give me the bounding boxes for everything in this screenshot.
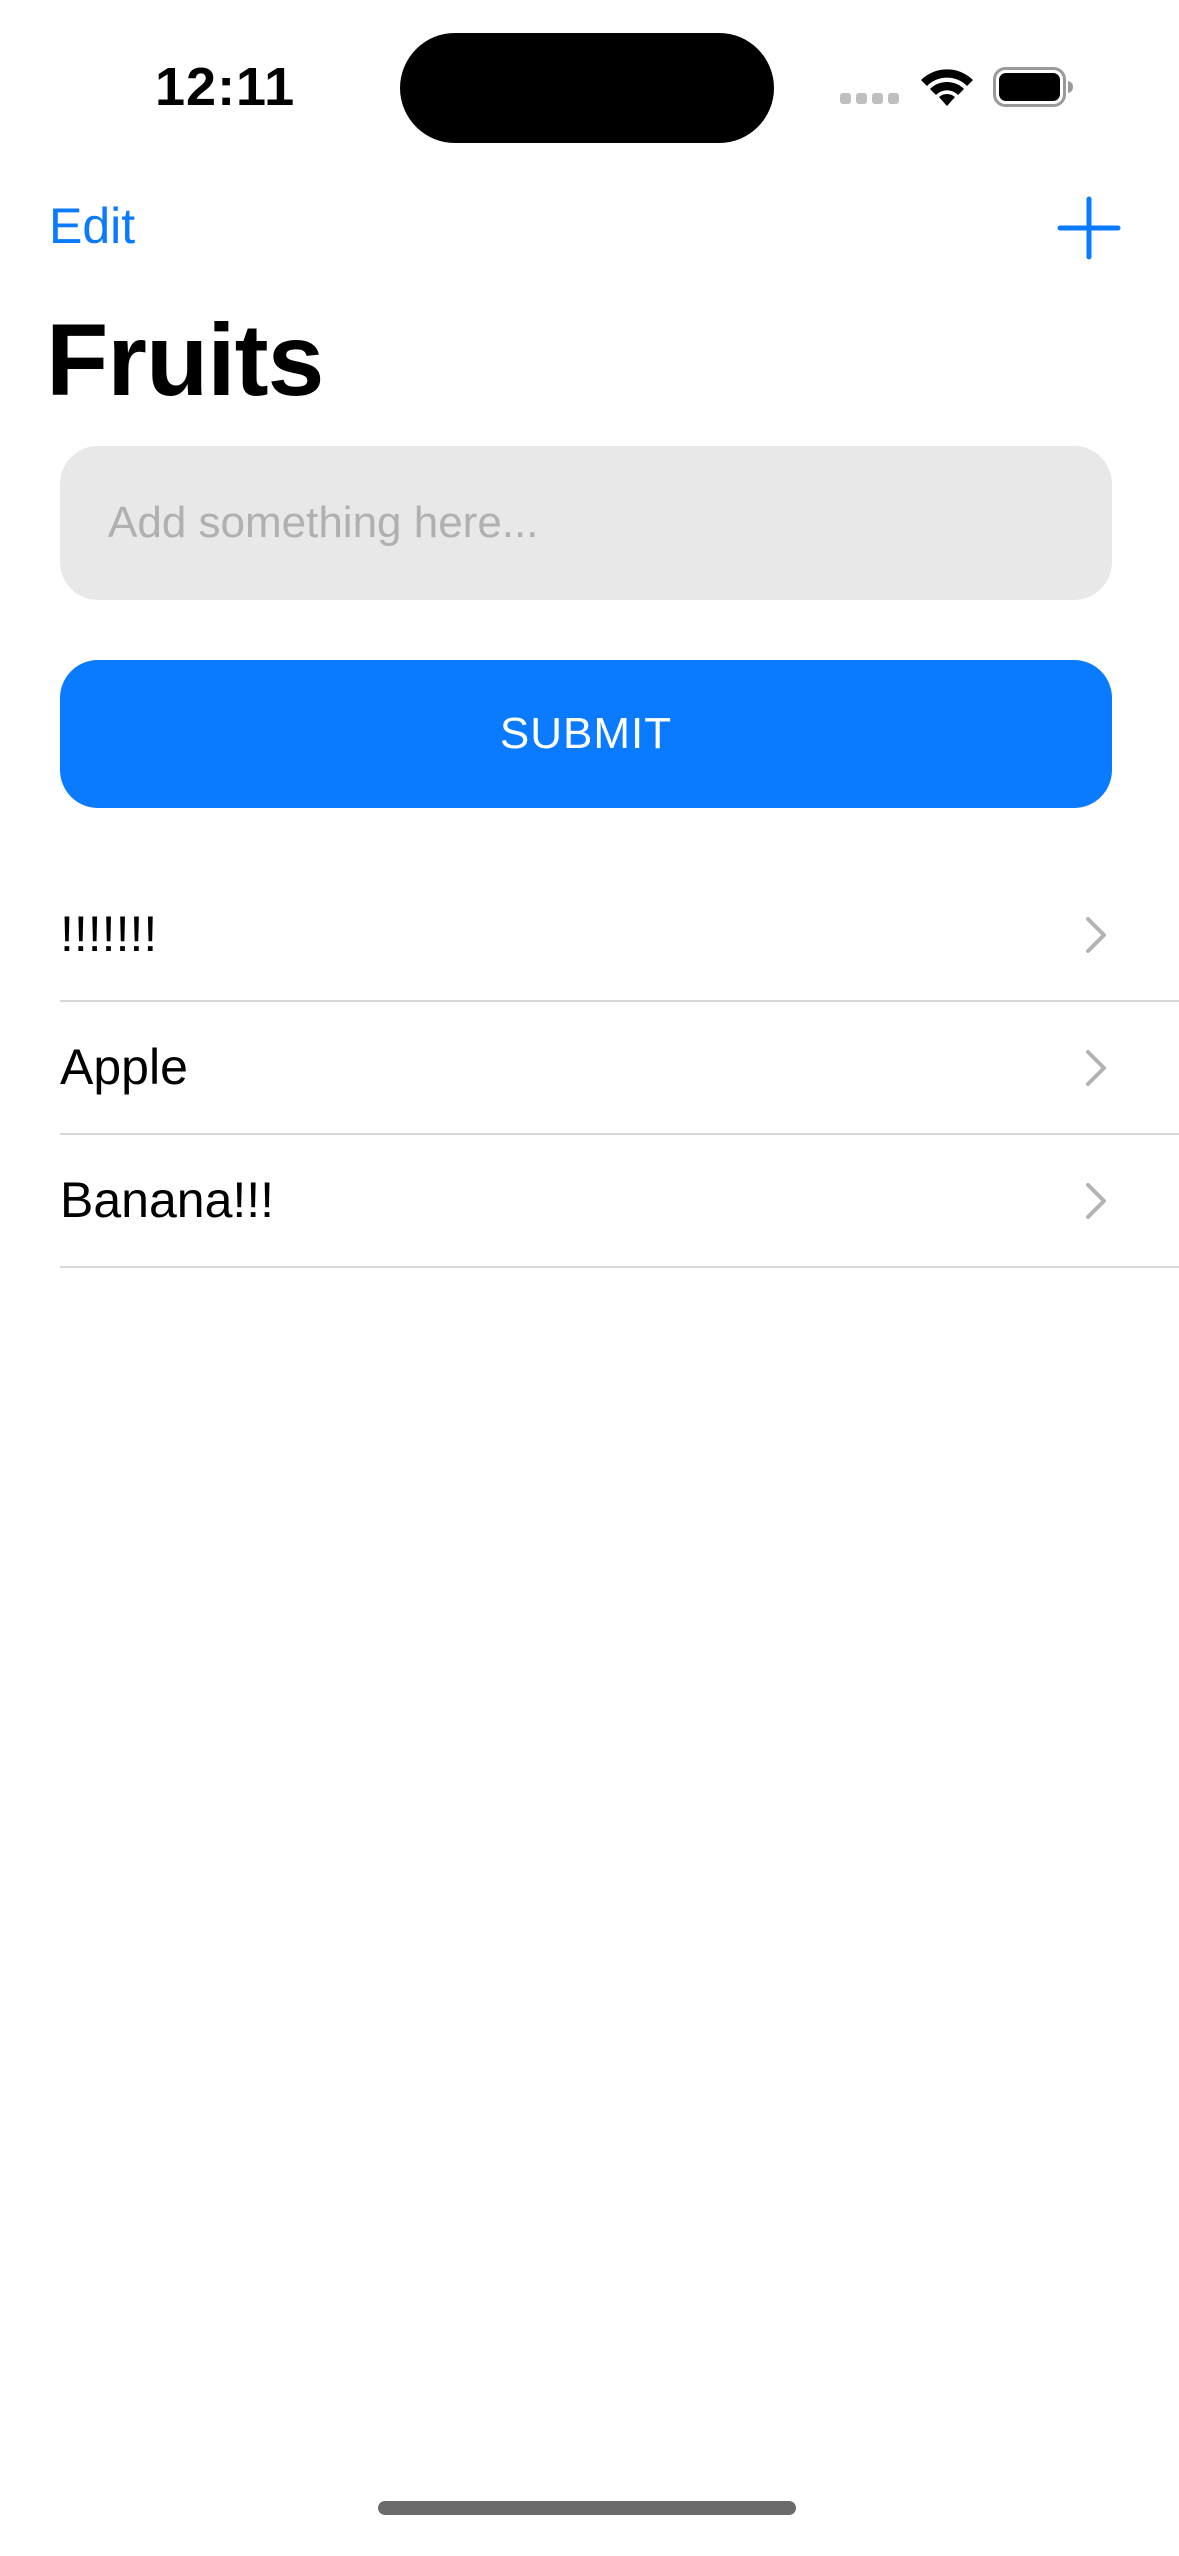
plus-icon[interactable] bbox=[1056, 195, 1122, 261]
chevron-right-icon bbox=[1086, 917, 1106, 953]
list-item[interactable]: Apple bbox=[60, 1002, 1179, 1135]
page-title: Fruits bbox=[46, 303, 324, 417]
submit-button[interactable]: SUBMIT bbox=[60, 660, 1112, 808]
add-item-input[interactable] bbox=[60, 446, 1112, 600]
dynamic-island bbox=[400, 33, 774, 143]
list-item[interactable]: Banana!!! bbox=[60, 1135, 1179, 1268]
wifi-icon bbox=[921, 69, 973, 106]
list-item-label: Banana!!! bbox=[60, 1172, 275, 1228]
status-time: 12:11 bbox=[155, 57, 296, 117]
list-item-label: !!!!!!! bbox=[60, 906, 158, 962]
list-item[interactable]: !!!!!!! bbox=[60, 869, 1179, 1002]
battery-icon bbox=[993, 67, 1073, 107]
edit-button[interactable]: Edit bbox=[49, 196, 135, 256]
cellular-signal-icon bbox=[840, 93, 900, 105]
list-item-label: Apple bbox=[60, 1039, 188, 1095]
chevron-right-icon bbox=[1086, 1050, 1106, 1086]
fruit-list: !!!!!!! Apple Banana!!! bbox=[60, 869, 1179, 1268]
chevron-right-icon bbox=[1086, 1183, 1106, 1219]
home-indicator[interactable] bbox=[378, 2501, 796, 2515]
status-bar: 12:11 bbox=[0, 0, 1179, 150]
